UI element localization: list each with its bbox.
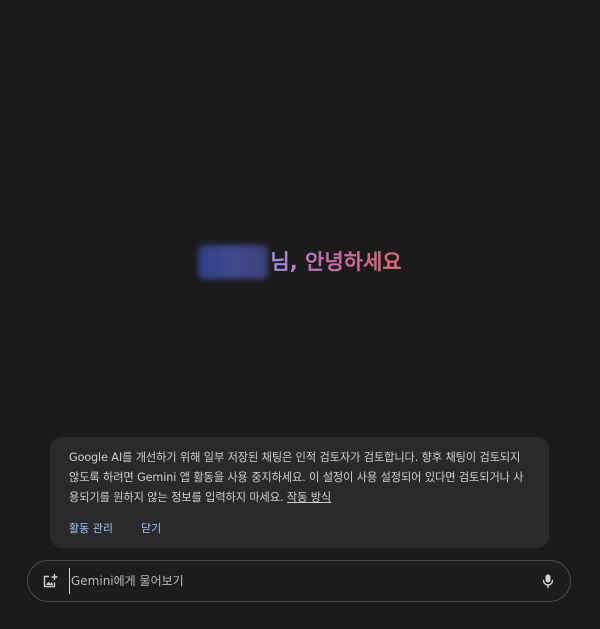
prompt-bar [27,560,571,602]
image-add-icon[interactable] [40,571,60,591]
privacy-notice-body: Google AI를 개선하기 위해 일부 저장된 채팅은 인적 검토자가 검토… [69,448,531,508]
prompt-input[interactable] [69,568,538,594]
blurred-user-name [198,245,269,279]
greeting: 님, 안녕하세요 [0,244,600,280]
notice-actions: 활동 관리 닫기 [69,520,161,536]
privacy-notice-card: Google AI를 개선하기 위해 일부 저장된 채팅은 인적 검토자가 검토… [50,437,549,548]
how-it-works-link[interactable]: 작동 방식 [287,491,331,504]
greeting-text: 님, 안녕하세요 [270,245,401,279]
microphone-icon[interactable] [538,571,558,591]
close-notice-button[interactable]: 닫기 [141,520,161,536]
manage-activity-button[interactable]: 활동 관리 [69,520,113,536]
gemini-page: 님, 안녕하세요 Google AI를 개선하기 위해 일부 저장된 채팅은 인… [0,0,600,629]
